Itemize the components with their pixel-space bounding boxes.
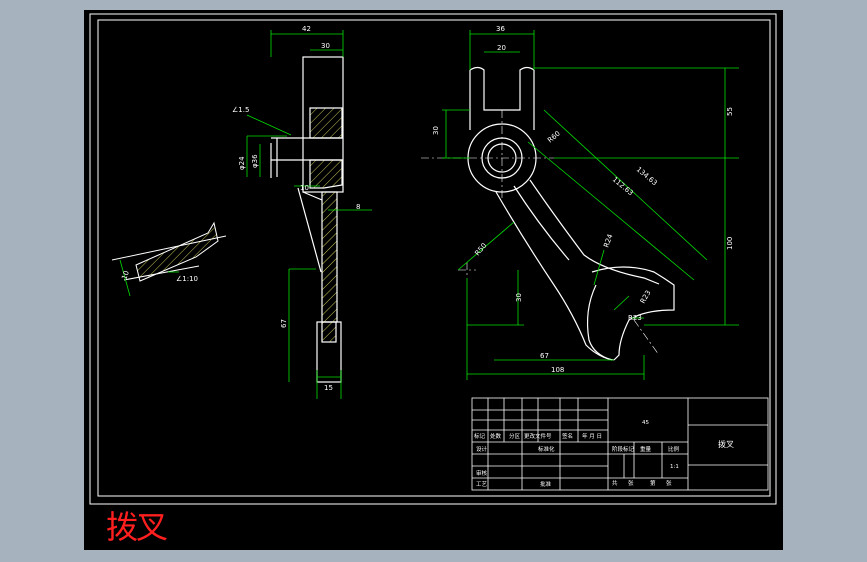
scale-label: 比例 [668, 445, 680, 453]
designer: 设计 [476, 445, 488, 453]
stage-label: 阶段标记 [612, 445, 635, 453]
side-lower-length: 67 [280, 319, 288, 328]
sheet-num-unit: 张 [666, 479, 672, 487]
main-dim-67: 67 [540, 352, 549, 360]
cad-viewport[interactable]: 42 30 ∠1.5 φ24 φ36 10 8 67 15 10 ∠1:10 3… [84, 10, 783, 550]
main-dim-labels: 36 20 55 30 R60 112.63 134.63 R24 100 R5… [432, 25, 734, 374]
sheet-num: 第 [650, 479, 656, 487]
main-dim-112: 112.63 [611, 175, 635, 197]
main-dimensions [442, 30, 739, 380]
main-height-100: 100 [726, 237, 734, 250]
material: 45 [642, 420, 649, 426]
drawing-canvas: 42 30 ∠1.5 φ24 φ36 10 8 67 15 10 ∠1:10 3… [89, 13, 777, 505]
side-hatch-upper [309, 107, 343, 139]
inner-frame [97, 19, 771, 497]
main-hub-height: 30 [432, 126, 440, 135]
main-top-width: 36 [496, 25, 505, 33]
side-dia-inner: φ36 [251, 154, 259, 168]
side-dia-outer: φ24 [238, 156, 246, 170]
main-fork-radius: R23 [639, 289, 653, 305]
process: 工艺 [476, 481, 488, 488]
main-height-55: 55 [726, 107, 734, 116]
scale-value: 1:1 [670, 464, 679, 470]
sheet-total: 共 [612, 479, 618, 487]
row-label-0: 标记 [474, 432, 486, 440]
side-dimensions [246, 30, 372, 399]
side-view [270, 56, 344, 383]
weight-label: 重量 [640, 445, 652, 453]
main-radius-r23: R23 [628, 314, 642, 322]
sheet-total-unit: 张 [628, 479, 634, 487]
drawing-caption: 拨叉 [106, 508, 168, 546]
side-web [321, 191, 338, 323]
taper-angle: ∠1:10 [176, 275, 198, 283]
row-label-5: 年 月 日 [582, 432, 602, 440]
main-height-30: 30 [515, 293, 523, 302]
side-web-step: 10 [300, 184, 309, 192]
main-top-lug [469, 66, 535, 130]
reviewer: 审核 [476, 469, 488, 477]
side-angle-top: ∠1.5 [232, 106, 249, 114]
main-dim-134: 134.63 [635, 165, 659, 187]
main-radius-r24: R24 [602, 232, 614, 248]
main-slot-width: 20 [497, 44, 506, 52]
side-web-thickness: 8 [356, 203, 360, 211]
main-centerlines [421, 110, 660, 356]
side-top-width: 42 [302, 25, 311, 33]
part-name: 拨叉 [718, 439, 734, 449]
row-label-3: 更改文件号 [524, 432, 552, 440]
row-label-2: 分区 [509, 432, 521, 440]
main-total-width: 108 [551, 366, 564, 374]
main-view [467, 66, 675, 361]
approve: 批准 [540, 480, 552, 488]
side-hatch-mid [309, 159, 343, 189]
side-top-inner: 30 [321, 42, 330, 50]
outer-frame [89, 13, 777, 505]
row-label-1: 处数 [490, 432, 502, 440]
main-radius-hub: R60 [546, 130, 562, 145]
main-radius-r50: R50 [473, 242, 488, 258]
standardize: 标准化 [538, 445, 555, 453]
side-bottom-width: 15 [324, 384, 333, 392]
row-label-4: 签名 [562, 432, 573, 440]
